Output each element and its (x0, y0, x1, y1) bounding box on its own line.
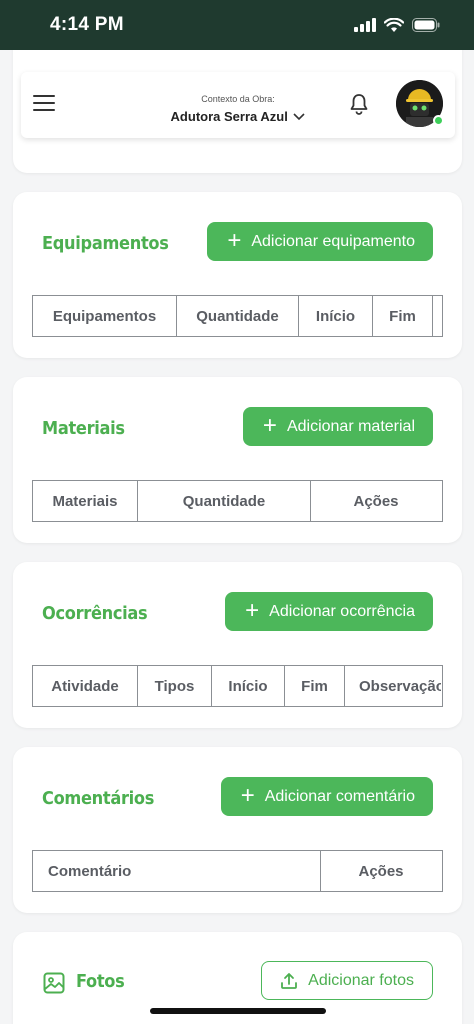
image-icon (43, 972, 65, 994)
materiais-table-header: Materiais Quantidade Ações (32, 480, 443, 522)
add-comentario-button[interactable]: + Adicionar comentário (220, 777, 433, 816)
add-equipamento-label: Adicionar equipamento (251, 232, 415, 250)
equipamentos-card: Equipamentos + Adicionar equipamento Equ… (13, 192, 462, 358)
materiais-card: Materiais + Adicionar material Materiais… (13, 377, 462, 543)
bell-icon[interactable] (347, 92, 371, 116)
upload-icon (281, 972, 298, 989)
plus-icon: + (245, 596, 260, 624)
context-selector[interactable]: Adutora Serra Azul (21, 109, 455, 124)
column-header[interactable]: Ações (311, 481, 441, 521)
ocorrencias-title: Ocorrências (42, 603, 148, 624)
add-equipamento-button[interactable]: + Adicionar equipamento (207, 222, 433, 261)
status-bar: 4:14 PM (0, 0, 474, 50)
signal-icon (354, 18, 376, 32)
context-label: Contexto da Obra: (201, 94, 275, 104)
status-time: 4:14 PM (50, 14, 124, 35)
column-header[interactable]: Quantidade (138, 481, 311, 521)
context-value: Adutora Serra Azul (170, 109, 288, 124)
ocorrencias-table-header: Atividade Tipos Início Fim Observação (32, 665, 443, 707)
comentarios-title: Comentários (42, 788, 155, 809)
add-ocorrencia-button[interactable]: + Adicionar ocorrência (225, 592, 433, 631)
app-header: Contexto da Obra: Adutora Serra Azul (21, 72, 455, 138)
add-material-button[interactable]: + Adicionar material (242, 407, 433, 446)
column-header[interactable]: Fim (285, 666, 345, 706)
column-header[interactable]: Equipamentos (33, 296, 177, 336)
column-header[interactable]: Ações (321, 851, 441, 891)
add-fotos-label: Adicionar fotos (308, 971, 414, 989)
materiais-title: Materiais (42, 418, 125, 439)
column-header[interactable]: Quantidade (177, 296, 299, 336)
add-ocorrencia-label: Adicionar ocorrência (269, 602, 415, 620)
column-header (433, 296, 442, 336)
status-icons (354, 17, 440, 33)
home-indicator[interactable] (150, 1008, 326, 1014)
column-header[interactable]: Início (299, 296, 373, 336)
wifi-icon (384, 17, 404, 32)
battery-icon (412, 18, 440, 32)
page-content: Equipamentos + Adicionar equipamento Equ… (0, 50, 474, 1024)
column-header[interactable]: Tipos (138, 666, 212, 706)
add-fotos-button[interactable]: Adicionar fotos (261, 961, 433, 1000)
add-material-label: Adicionar material (286, 417, 415, 435)
plus-icon: + (262, 411, 277, 439)
column-header[interactable]: Observação (345, 666, 441, 706)
column-header[interactable]: Comentário (33, 851, 321, 891)
column-header[interactable]: Materiais (33, 481, 138, 521)
comentarios-card: Comentários + Adicionar comentário Comen… (13, 747, 462, 913)
column-header[interactable]: Atividade (33, 666, 138, 706)
add-comentario-label: Adicionar comentário (264, 787, 415, 805)
column-header[interactable]: Início (212, 666, 285, 706)
plus-icon: + (240, 781, 255, 809)
chevron-down-icon (293, 113, 306, 121)
equipamentos-table-header: Equipamentos Quantidade Início Fim (32, 295, 443, 337)
column-header[interactable]: Fim (373, 296, 433, 336)
equipamentos-title: Equipamentos (42, 233, 169, 254)
online-status-dot (433, 115, 444, 126)
fotos-title: Fotos (76, 971, 125, 992)
comentarios-table-header: Comentário Ações (32, 850, 443, 892)
plus-icon: + (227, 226, 242, 254)
ocorrencias-card: Ocorrências + Adicionar ocorrência Ativi… (13, 562, 462, 728)
avatar[interactable] (396, 80, 444, 127)
